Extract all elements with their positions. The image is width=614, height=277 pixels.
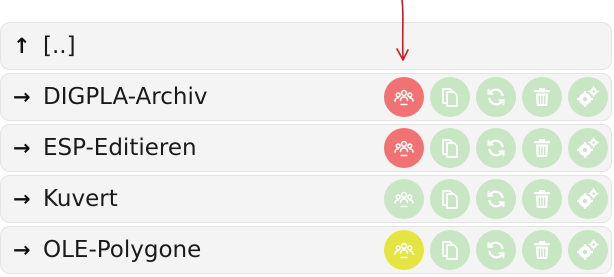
folder-label: OLE-Polygone <box>43 237 202 263</box>
refresh-button[interactable] <box>476 77 516 117</box>
users-icon <box>394 242 414 259</box>
copy-icon <box>442 241 458 260</box>
settings-icon <box>577 137 599 158</box>
refresh-icon <box>487 241 505 259</box>
refresh-button[interactable] <box>476 230 516 270</box>
copy-button[interactable] <box>430 128 470 168</box>
settings-button[interactable] <box>568 128 608 168</box>
refresh-button[interactable] <box>476 128 516 168</box>
copy-icon <box>442 88 458 107</box>
folder-label: DIGPLA-Archiv <box>43 84 208 110</box>
folder-row-ole-polygone[interactable]: → OLE-Polygone <box>0 226 612 274</box>
users-icon <box>394 191 414 208</box>
refresh-icon <box>487 190 505 208</box>
right-arrow-icon: → <box>13 85 31 109</box>
folder-list: ↑ [..] → DIGPLA-Archiv → ESP-Editieren →… <box>0 0 614 277</box>
settings-icon <box>577 188 599 209</box>
settings-button[interactable] <box>568 230 608 270</box>
users-icon <box>394 140 414 157</box>
up-arrow-icon: ↑ <box>13 34 31 58</box>
parent-folder-row[interactable]: ↑ [..] <box>0 22 612 70</box>
settings-button[interactable] <box>568 77 608 117</box>
settings-button[interactable] <box>568 179 608 219</box>
copy-icon <box>442 190 458 209</box>
folder-row-kuvert[interactable]: → Kuvert <box>0 175 612 223</box>
delete-button[interactable] <box>522 77 562 117</box>
settings-icon <box>577 239 599 260</box>
trash-icon <box>534 190 550 208</box>
trash-icon <box>534 88 550 106</box>
users-button[interactable] <box>384 77 424 117</box>
delete-button[interactable] <box>522 230 562 270</box>
users-button[interactable] <box>384 128 424 168</box>
folder-row-digpla-archiv[interactable]: → DIGPLA-Archiv <box>0 73 612 121</box>
users-icon <box>394 89 414 106</box>
right-arrow-icon: → <box>13 238 31 262</box>
copy-button[interactable] <box>430 179 470 219</box>
users-button[interactable] <box>384 230 424 270</box>
refresh-icon <box>487 88 505 106</box>
refresh-button[interactable] <box>476 179 516 219</box>
trash-icon <box>534 139 550 157</box>
settings-icon <box>577 86 599 107</box>
right-arrow-icon: → <box>13 187 31 211</box>
copy-icon <box>442 139 458 158</box>
folder-row-esp-editieren[interactable]: → ESP-Editieren <box>0 124 612 172</box>
refresh-icon <box>487 139 505 157</box>
copy-button[interactable] <box>430 77 470 117</box>
copy-button[interactable] <box>430 230 470 270</box>
parent-folder-label: [..] <box>43 33 76 59</box>
folder-label: ESP-Editieren <box>43 135 197 161</box>
folder-label: Kuvert <box>43 186 118 212</box>
users-button[interactable] <box>384 179 424 219</box>
right-arrow-icon: → <box>13 136 31 160</box>
trash-icon <box>534 241 550 259</box>
delete-button[interactable] <box>522 179 562 219</box>
delete-button[interactable] <box>522 128 562 168</box>
